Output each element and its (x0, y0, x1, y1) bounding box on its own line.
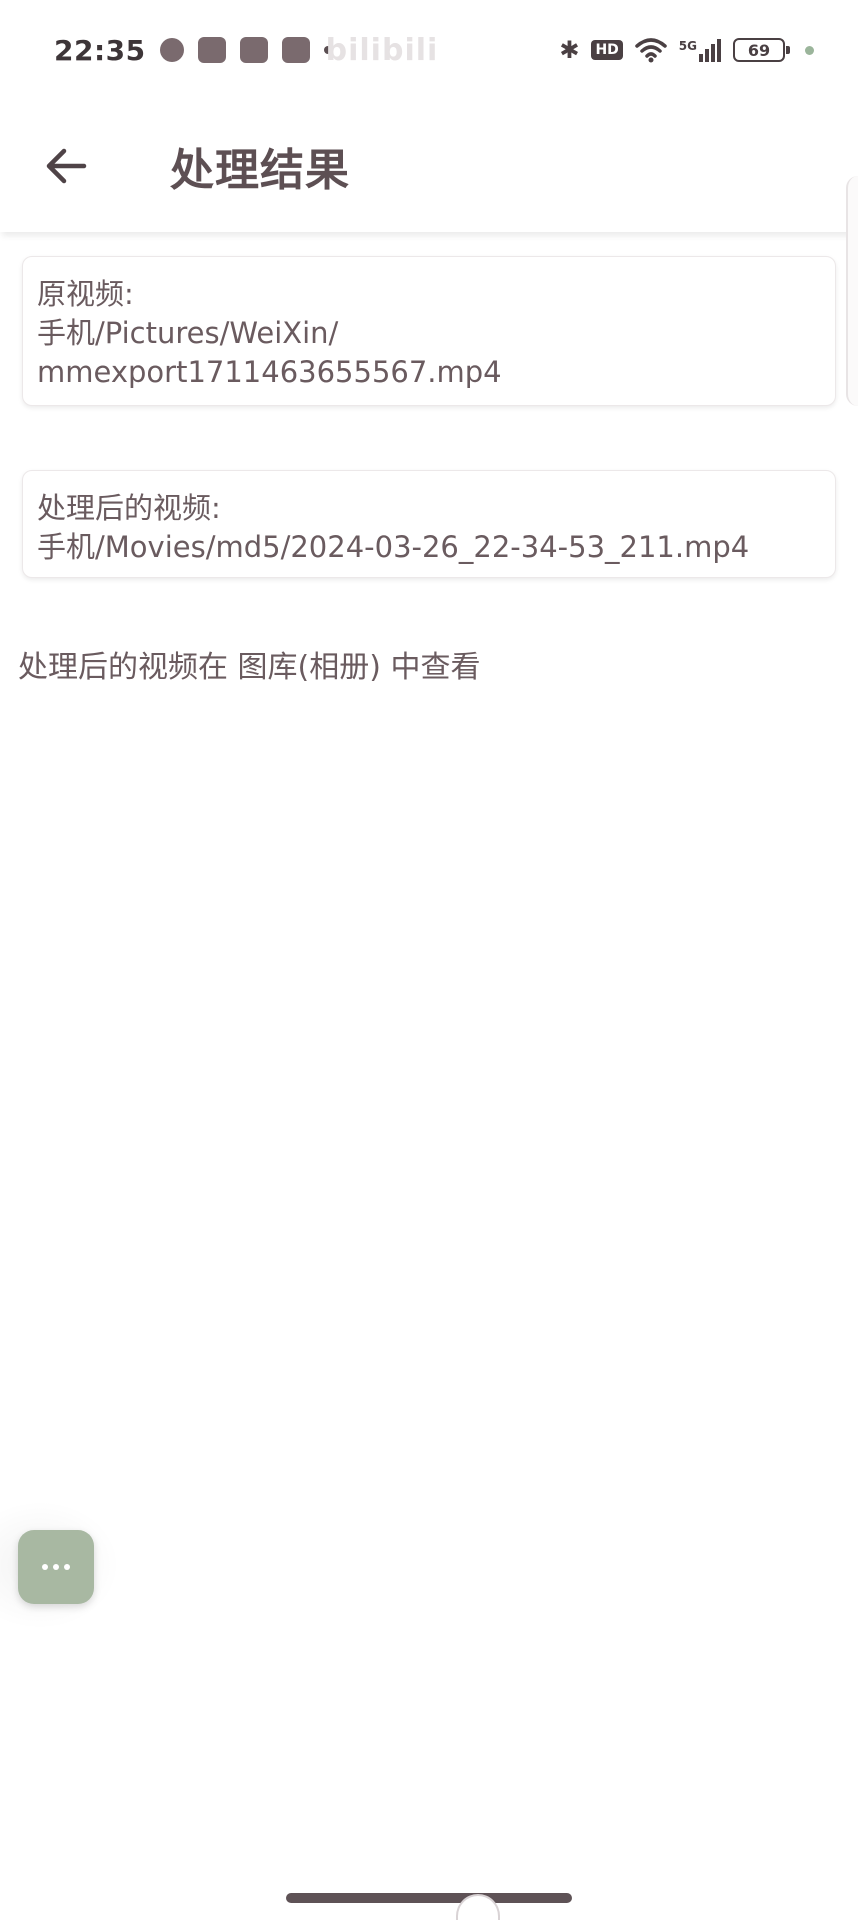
watermark-logo: bilibili (325, 32, 439, 68)
back-button[interactable] (34, 134, 98, 198)
bluetooth-icon: ✱ (559, 36, 580, 64)
more-dots-icon (42, 1564, 70, 1570)
notification-app-icon (281, 37, 310, 63)
notification-app-icon (197, 37, 226, 63)
gallery-info-text: 处理后的视频在 图库(相册) 中查看 (18, 650, 481, 685)
more-options-button[interactable] (18, 1530, 94, 1604)
status-bar-left: 22:35 bilibili (54, 33, 438, 68)
processed-video-card[interactable]: 处理后的视频: 手机/Movies/md5/2024-03-26_22-34-5… (22, 470, 836, 578)
status-bar-right: ✱ HD 5G 69 (559, 36, 814, 64)
notification-app-icon (239, 37, 268, 63)
status-bar: 22:35 bilibili ✱ HD 5G 69 (0, 0, 858, 100)
wifi-icon (635, 38, 667, 63)
original-video-path-line2: mmexport1711463655567.mp4 (37, 355, 502, 389)
app-bar: 处理结果 (0, 100, 858, 232)
hd-icon: HD (591, 40, 623, 60)
arrow-left-icon (46, 148, 87, 184)
original-video-label: 原视频: (37, 277, 134, 311)
scroll-edge (846, 176, 858, 406)
page-title: 处理结果 (170, 145, 350, 196)
battery-icon: 69 (733, 38, 790, 62)
processed-video-path: 手机/Movies/md5/2024-03-26_22-34-53_211.mp… (37, 530, 750, 564)
original-video-card[interactable]: 原视频: 手机/Pictures/WeiXin/ mmexport1711463… (22, 256, 836, 406)
network-type-label: 5G (678, 38, 697, 53)
signal-icon: 5G (678, 38, 721, 62)
battery-level: 69 (747, 40, 771, 60)
status-time: 22:35 (54, 33, 146, 67)
home-indicator[interactable] (286, 1893, 572, 1903)
processed-video-label: 处理后的视频: (37, 491, 221, 525)
notification-app-icon (159, 38, 184, 62)
original-video-path-line1: 手机/Pictures/WeiXin/ (37, 316, 339, 350)
privacy-indicator-dot (805, 45, 814, 55)
